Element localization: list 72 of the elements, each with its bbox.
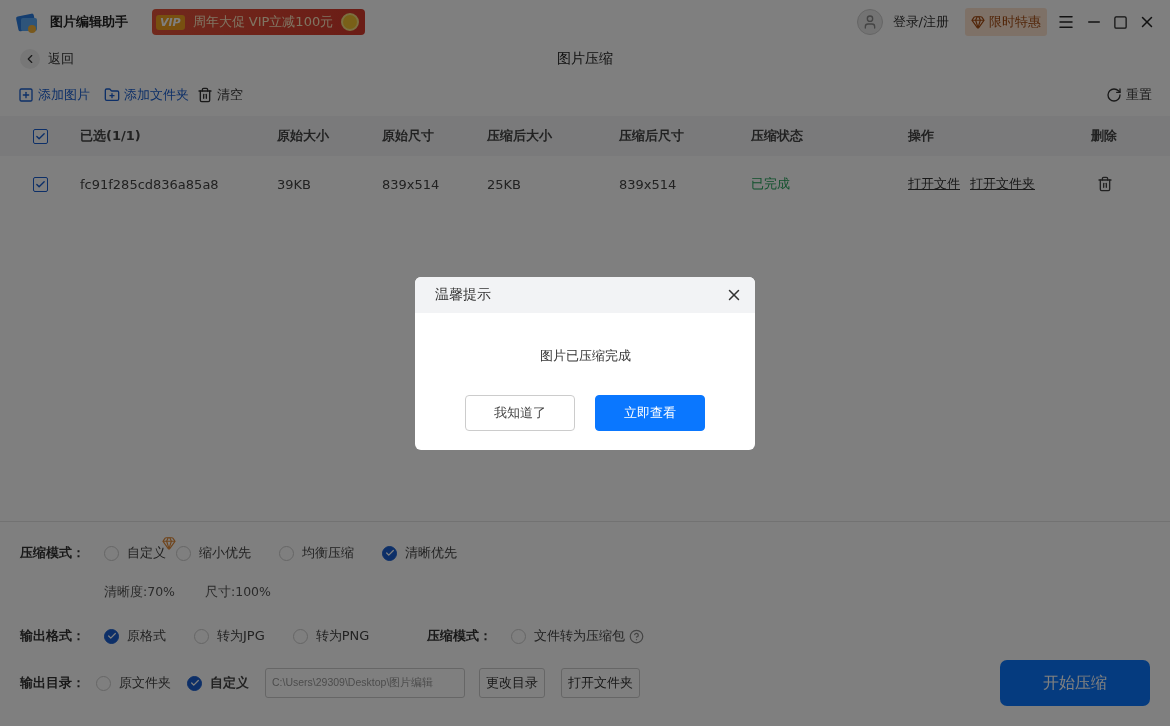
dialog-title: 温馨提示 [435,285,491,304]
promo-text: 周年大促 VIP立减100元 [192,13,334,31]
column-header: 压缩状态 [751,127,803,145]
setting-label: 输出目录： [20,674,86,692]
help-icon[interactable] [629,628,645,644]
table-cell: fc91f285cd836a85a8 [80,176,219,192]
table-cell: 39KB [277,176,311,192]
option-label: 文件转为压缩包 [534,627,626,645]
maximize-icon[interactable] [1113,14,1128,30]
setting-label: 输出格式： [20,627,86,645]
folder-plus-icon [104,87,120,103]
radio-button[interactable] [382,545,397,561]
promo-banner[interactable]: VIP 周年大促 VIP立减100元 [152,9,366,35]
trash-icon [197,87,213,103]
status-text: 已完成 [751,175,790,193]
vip-badge: VIP [156,14,185,30]
option-label: 缩小优先 [199,544,251,562]
check-icon [106,631,117,641]
detail-text: 尺寸:100% [205,583,271,601]
back-button[interactable]: 返回 [20,49,74,69]
column-header: 压缩后尺寸 [619,127,684,145]
check-icon [384,548,395,558]
check-icon [35,130,46,142]
view-button[interactable]: 立即查看 [595,394,705,431]
column-header: 删除 [1091,127,1117,145]
option-label: 均衡压缩 [302,544,354,562]
app-name: 图片编辑助手 [50,13,128,31]
option-label: 清晰优先 [405,544,457,562]
directory-button[interactable]: 更改目录 [479,668,545,698]
add-folder-button[interactable]: 添加文件夹 [104,86,189,104]
dialog-message: 图片已压缩完成 [538,346,632,365]
option-label: 原格式 [127,627,166,645]
option-label: 转为JPG [217,627,265,645]
reset-button[interactable]: 重置 [1106,86,1152,104]
delete-icon[interactable] [1097,176,1113,192]
table-cell: 839x514 [382,176,440,192]
page-title: 图片压缩 [557,50,613,68]
option-label: 原文件夹 [119,674,171,692]
login-link[interactable]: 登录/注册 [892,13,949,31]
option-label: 转为PNG [315,627,370,645]
directory-button[interactable]: 打开文件夹 [561,668,640,698]
radio-button[interactable] [187,675,202,691]
checkbox[interactable] [33,128,48,144]
checkbox[interactable] [33,176,48,192]
clear-button[interactable]: 清空 [197,86,243,104]
avatar-icon[interactable] [856,9,883,35]
action-link[interactable]: 打开文件夹 [970,175,1035,193]
table-cell: 25KB [487,176,521,192]
dismiss-button[interactable]: 我知道了 [465,394,575,431]
setting-label: 压缩模式： [427,627,494,645]
refresh-icon [1106,87,1122,103]
column-header: 操作 [908,127,934,145]
menu-icon[interactable] [1057,13,1075,31]
plus-square-icon [18,87,34,103]
column-header: 已选(1/1) [80,127,141,145]
diamond-icon [971,15,985,29]
check-icon [189,678,200,688]
table-cell: 839x514 [619,176,677,192]
coin-icon [341,13,360,31]
detail-text: 清晰度:70% [104,583,175,601]
start-button[interactable]: 开始压缩 [1000,660,1150,706]
column-header: 压缩后大小 [487,127,552,145]
check-icon [35,178,46,190]
option-label: 自定义 [127,544,166,562]
offer-button[interactable]: 限时特惠 [965,8,1047,36]
option-label: 自定义 [210,674,249,692]
action-link[interactable]: 打开文件 [908,175,960,193]
column-header: 原始大小 [277,127,329,145]
add-image-button[interactable]: 添加图片 [18,86,90,104]
setting-label: 压缩模式： [20,544,86,562]
column-header: 原始尺寸 [382,127,434,145]
radio-button[interactable] [104,628,119,644]
